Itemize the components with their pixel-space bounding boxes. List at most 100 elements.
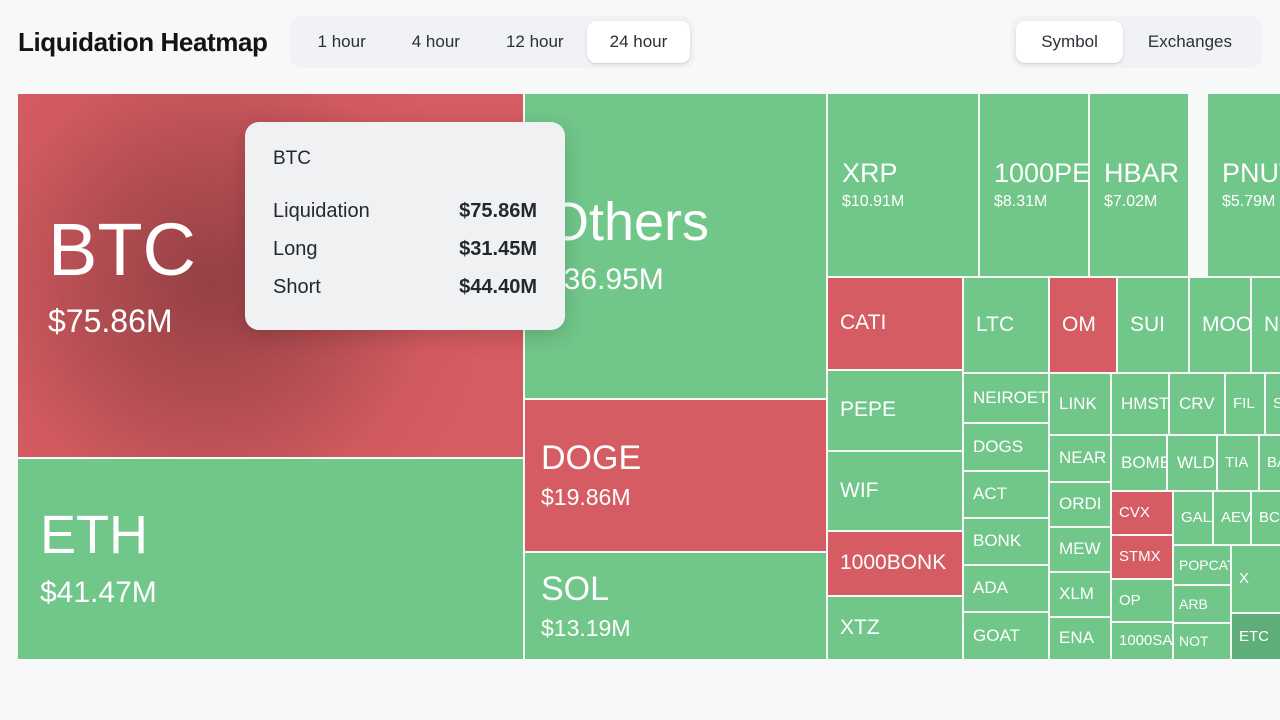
treemap-tile[interactable]: XRP $10.91M [828, 94, 980, 278]
treemap-tile[interactable]: CVX [1112, 492, 1174, 536]
treemap-tile[interactable]: SUI [1118, 278, 1190, 374]
mode-tab-exchanges[interactable]: Exchanges [1123, 21, 1257, 63]
tile-symbol: NOT [1179, 633, 1209, 650]
tile-value: $36.95M [547, 263, 664, 297]
tile-symbol: WLD [1177, 452, 1215, 472]
period-tab-group: 1 hour 4 hour 12 hour 24 hour [289, 16, 696, 68]
treemap-tile[interactable]: ETC [1232, 614, 1280, 661]
tile-symbol: BANANA [1267, 454, 1280, 472]
period-tab-1-hour[interactable]: 1 hour [295, 21, 389, 63]
treemap-tile[interactable]: HMSTR [1112, 374, 1170, 436]
treemap-tile[interactable]: OM [1050, 278, 1118, 374]
treemap-tile[interactable]: NOT [1174, 624, 1232, 661]
treemap-tile[interactable]: TIA [1218, 436, 1260, 492]
tile-symbol: LINK [1059, 393, 1097, 413]
tooltip-symbol: BTC [273, 148, 311, 169]
tile-symbol: CRV [1179, 393, 1215, 413]
treemap-tile[interactable]: GOAT [964, 613, 1050, 661]
treemap-tile[interactable]: Others $36.95M [525, 94, 828, 400]
tile-symbol: NEAR [1059, 448, 1107, 468]
tile-tooltip: BTC Liquidation $75.86M Long $31.45M Short $4… [245, 122, 565, 330]
treemap-tile[interactable]: POPCAT [1174, 546, 1232, 586]
treemap-tile[interactable]: NEIROETH [964, 374, 1050, 424]
treemap-tile[interactable]: LINK [1050, 374, 1112, 436]
treemap-tile[interactable]: 1000BONK [828, 532, 964, 597]
treemap-tile[interactable]: LTC [964, 278, 1050, 374]
treemap-tile[interactable]: ADA [964, 566, 1050, 613]
treemap-tile[interactable]: GALA [1174, 492, 1214, 546]
tooltip-row-label: Liquidation [273, 200, 370, 222]
treemap-tile[interactable]: PNUT $5.79M [1208, 94, 1280, 278]
tile-symbol: OM [1062, 312, 1096, 336]
tile-symbol: SOL [541, 569, 610, 608]
treemap-tile[interactable]: NEIRO [1252, 278, 1280, 374]
page-title: Liquidation Heatmap [18, 26, 268, 57]
treemap-tile[interactable]: WIF [828, 452, 964, 532]
treemap-tile[interactable]: 1000SATS [1112, 623, 1174, 661]
treemap-tile[interactable]: ENA [1050, 618, 1112, 661]
tile-symbol: POPCAT [1179, 556, 1232, 573]
treemap-tile[interactable]: AEVO [1214, 492, 1252, 546]
treemap-tile[interactable]: 1000PEPE $8.31M [980, 94, 1090, 278]
treemap-tile[interactable]: NEAR [1050, 436, 1112, 483]
treemap-tile[interactable]: BOME [1112, 436, 1168, 492]
treemap-tile[interactable]: PEPE [828, 371, 964, 452]
tile-value: $41.47M [40, 576, 157, 610]
tile-symbol: HBAR [1104, 157, 1180, 188]
tile-value: $19.86M [541, 484, 631, 511]
tile-symbol: PNUT [1222, 157, 1280, 188]
treemap-tile[interactable]: ACT [964, 472, 1050, 519]
treemap-tile[interactable]: XTZ [828, 597, 964, 661]
treemap-tile[interactable]: OP [1112, 580, 1174, 623]
tile-symbol: XTZ [840, 615, 880, 639]
treemap-tile[interactable]: ARB [1174, 586, 1232, 624]
treemap-tile[interactable]: SOL $13.19M [525, 553, 828, 661]
tile-symbol: AEVO [1221, 509, 1252, 527]
tile-value: $5.79M [1222, 193, 1276, 211]
period-tab-12-hour[interactable]: 12 hour [483, 21, 587, 63]
tile-symbol: ETH [40, 505, 148, 566]
tile-symbol: MEW [1059, 539, 1101, 559]
tile-symbol: FIL [1233, 395, 1255, 413]
treemap-tile[interactable]: MEW [1050, 528, 1112, 573]
treemap-tile[interactable]: ETH $41.47M [18, 459, 525, 661]
treemap-tile[interactable]: FIL [1226, 374, 1266, 436]
period-tab-4-hour[interactable]: 4 hour [389, 21, 483, 63]
treemap-tile[interactable]: CRV [1170, 374, 1226, 436]
treemap-tile[interactable]: HBAR $7.02M [1090, 94, 1190, 278]
tile-symbol: Others [547, 192, 710, 253]
tile-symbol: XLM [1059, 584, 1094, 604]
tile-value: $8.31M [994, 193, 1048, 211]
treemap-tile[interactable]: CATI [828, 278, 964, 371]
mode-toggle-group: Symbol Exchanges [1011, 16, 1262, 68]
treemap-tile[interactable]: STMX [1112, 536, 1174, 580]
tooltip-row-value: $44.40M [459, 276, 537, 298]
tile-symbol: 1000PEPE [994, 157, 1090, 188]
treemap-tile[interactable]: WLD [1168, 436, 1218, 492]
tile-symbol: HMSTR [1121, 393, 1170, 413]
treemap-tile[interactable]: X [1232, 546, 1280, 614]
tile-symbol: 1000SATS [1119, 632, 1172, 650]
tooltip-row-value: $75.86M [459, 200, 537, 222]
tooltip-row: Liquidation $75.86M [273, 192, 537, 230]
tile-symbol: ACT [973, 484, 1007, 504]
tile-value: $7.02M [1104, 193, 1158, 211]
treemap-tile[interactable]: BONK [964, 519, 1050, 566]
period-tab-24-hour[interactable]: 24 hour [586, 21, 691, 63]
treemap-tile[interactable]: BANANA [1260, 436, 1280, 492]
tile-symbol: XRP [842, 157, 898, 188]
treemap-tile[interactable]: MOODENG [1190, 278, 1252, 374]
tile-symbol: TIA [1225, 454, 1249, 472]
treemap-tile[interactable]: XLM [1050, 573, 1112, 618]
treemap-tile[interactable]: DOGE $19.86M [525, 400, 828, 553]
tile-symbol: NEIROETH [973, 387, 1049, 407]
mode-tab-symbol[interactable]: Symbol [1016, 21, 1123, 63]
tile-symbol: LTC [976, 312, 1015, 336]
treemap-tile[interactable]: DOGS [964, 424, 1050, 472]
tile-symbol: MOODENG [1202, 312, 1252, 336]
tile-symbol: GALA [1181, 509, 1212, 527]
treemap-tile[interactable]: SHIB [1266, 374, 1280, 436]
treemap-tile[interactable]: BCH [1252, 492, 1280, 546]
treemap-tile[interactable]: ORDI [1050, 483, 1112, 528]
tile-symbol: OP [1119, 591, 1141, 609]
